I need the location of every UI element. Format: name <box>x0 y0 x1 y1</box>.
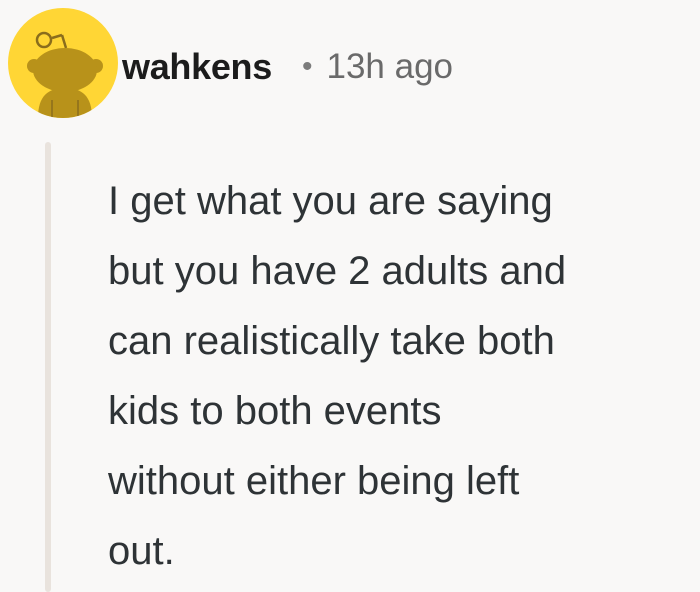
timestamp[interactable]: 13h ago <box>326 47 453 87</box>
username-link[interactable]: wahkens <box>122 46 272 88</box>
separator-dot: • <box>301 50 313 83</box>
snoo-avatar-icon <box>27 31 103 118</box>
comment-header: wahkens • 13h ago <box>122 42 453 92</box>
avatar[interactable] <box>8 8 118 118</box>
comment: wahkens • 13h ago I get what you are say… <box>0 0 700 592</box>
comment-body: I get what you are saying but you have 2… <box>108 179 567 573</box>
thread-line[interactable] <box>45 142 51 592</box>
